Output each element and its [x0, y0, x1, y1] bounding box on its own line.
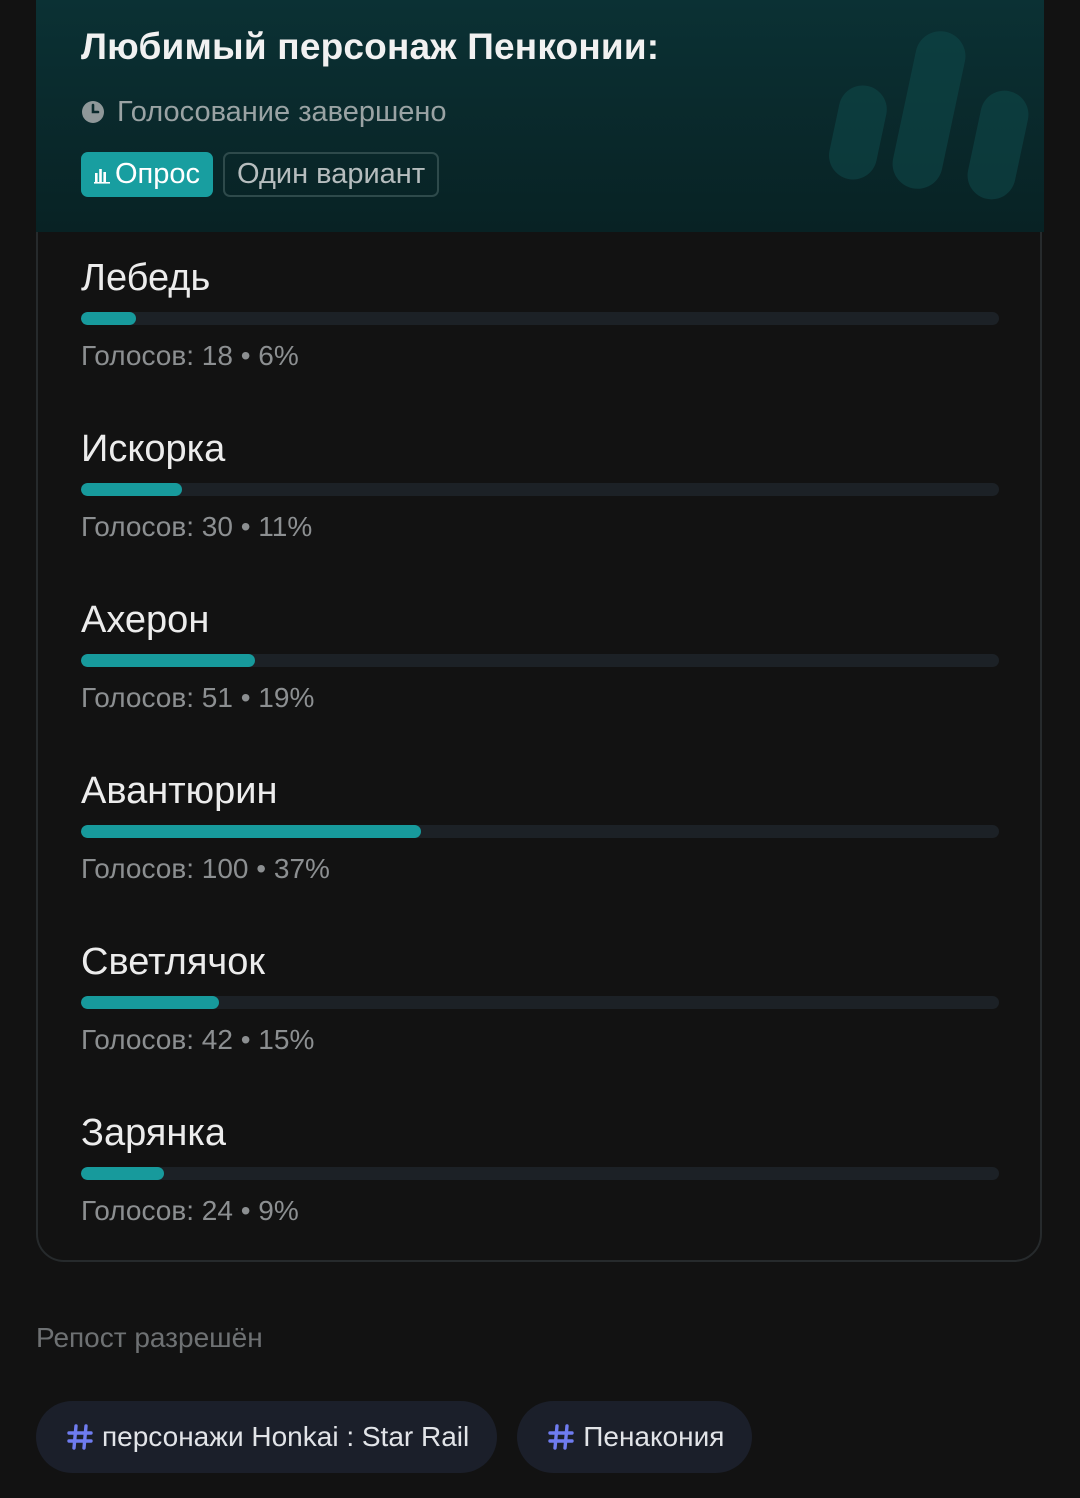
poll-option[interactable]: Зарянка Голосов: 24 • 9%	[81, 1107, 999, 1278]
poll-badge-label: Опрос	[115, 158, 201, 190]
poll-chart-decoration-icon	[829, 31, 1029, 200]
bar-chart-icon	[94, 168, 110, 184]
repost-allowed-text: Репост разрешён	[36, 1322, 263, 1353]
poll-badge: Опрос	[81, 152, 214, 197]
poll-title: Любимый персонаж Пенконии:	[81, 26, 660, 67]
poll-option[interactable]: Авантюрин Голосов: 100 • 37%	[81, 765, 999, 936]
poll-header: Любимый персонаж Пенконии: Голосование з…	[36, 0, 1044, 232]
tag-chip-penacony[interactable]: Пенакония	[517, 1401, 753, 1473]
option-label: Искорка	[81, 428, 226, 470]
option-votes: Голосов: 30 • 11%	[81, 511, 313, 542]
option-progress-track	[81, 483, 999, 496]
option-progress-fill	[81, 1167, 164, 1180]
option-progress-track	[81, 654, 999, 667]
tag-chip-characters[interactable]: персонажи Honkai : Star Rail	[36, 1401, 498, 1473]
poll-option[interactable]: Лебедь Голосов: 18 • 6%	[81, 252, 999, 423]
option-votes: Голосов: 100 • 37%	[81, 853, 330, 884]
option-progress-fill	[81, 654, 256, 667]
poll-option[interactable]: Ахерон Голосов: 51 • 19%	[81, 594, 999, 765]
poll-status-text: Голосование завершено	[117, 95, 447, 128]
poll-options: Лебедь Голосов: 18 • 6% Искорка Голосов:…	[81, 252, 999, 1278]
tag-list: персонажи Honkai : Star Rail Пенакония	[36, 1401, 753, 1473]
option-label: Ахерон	[81, 599, 210, 641]
poll-option[interactable]: Светлячок Голосов: 42 • 15%	[81, 936, 999, 1107]
option-label: Авантюрин	[81, 770, 278, 812]
tag-label: персонажи Honkai : Star Rail	[102, 1421, 470, 1452]
option-progress-fill	[81, 825, 421, 838]
poll-badges: Опрос Один вариант	[81, 152, 440, 197]
hash-icon	[548, 1424, 574, 1450]
poll-status: Голосование завершено	[81, 94, 447, 130]
poll-type-badge: Один вариант	[223, 152, 440, 197]
option-progress-fill	[81, 312, 137, 325]
option-votes: Голосов: 51 • 19%	[81, 682, 315, 713]
clock-icon	[82, 101, 104, 123]
option-progress-track	[81, 312, 999, 325]
option-votes: Голосов: 18 • 6%	[81, 340, 299, 371]
option-votes: Голосов: 42 • 15%	[81, 1024, 315, 1055]
option-progress-track	[81, 1167, 999, 1180]
option-label: Лебедь	[81, 257, 211, 299]
option-progress-fill	[81, 996, 219, 1009]
option-label: Светлячок	[81, 941, 265, 983]
option-label: Зарянка	[81, 1112, 226, 1154]
hash-icon	[67, 1424, 93, 1450]
option-progress-fill	[81, 483, 182, 496]
option-progress-track	[81, 996, 999, 1009]
tag-label: Пенакония	[583, 1421, 725, 1452]
poll-option[interactable]: Искорка Голосов: 30 • 11%	[81, 423, 999, 594]
option-votes: Голосов: 24 • 9%	[81, 1195, 299, 1226]
option-progress-track	[81, 825, 999, 838]
